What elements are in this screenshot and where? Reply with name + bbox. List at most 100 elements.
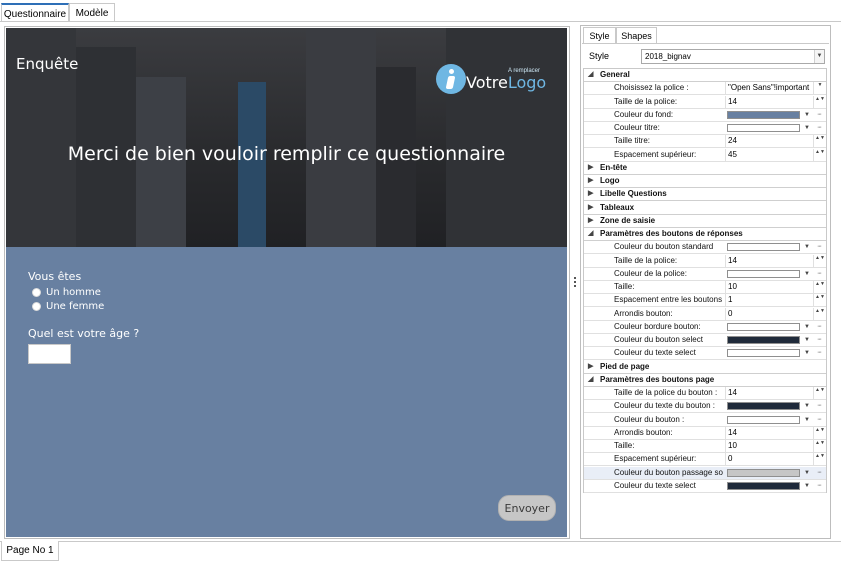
property-row[interactable]: Choisissez la police : "Open Sans"!import… [584, 82, 826, 95]
expand-arrow-icon[interactable]: ▶ [588, 162, 593, 174]
property-row[interactable]: Arrondis bouton: 14 ▲▼ [584, 427, 826, 440]
spinner-icon[interactable]: ▲▼ [813, 135, 826, 147]
property-category[interactable]: ◢ Paramètres des boutons page [584, 374, 826, 387]
property-row[interactable]: Taille: 10 ▲▼ [584, 440, 826, 453]
property-row[interactable]: Arrondis bouton: 0 ▲▼ [584, 308, 826, 321]
more-icon[interactable]: ··· [813, 480, 825, 491]
chevron-down-icon[interactable]: ▼ [802, 467, 812, 479]
property-category[interactable]: ▶ Tableaux [584, 202, 826, 215]
spinner-icon[interactable]: ▲▼ [813, 96, 826, 108]
expand-arrow-icon[interactable]: ▶ [588, 361, 593, 373]
property-value[interactable]: 0 [725, 453, 825, 465]
spinner-icon[interactable]: ▲▼ [813, 453, 826, 465]
property-category[interactable]: ▶ En-tête [584, 162, 826, 175]
spinner-icon[interactable]: ▲▼ [813, 308, 826, 320]
tab-modele[interactable]: Modèle [69, 3, 115, 22]
more-icon[interactable]: ··· [813, 268, 825, 279]
more-icon[interactable]: ··· [813, 109, 825, 120]
tab-page-1[interactable]: Page No 1 [1, 541, 59, 561]
collapse-arrow-icon[interactable]: ◢ [588, 228, 593, 240]
radio-option-femme[interactable] [32, 302, 41, 311]
property-value[interactable]: 10 [725, 440, 825, 452]
submit-button[interactable]: Envoyer [498, 495, 556, 521]
property-value[interactable]: 24 [725, 135, 825, 147]
collapse-arrow-icon[interactable]: ◢ [588, 374, 593, 386]
color-swatch[interactable] [727, 402, 800, 410]
property-row[interactable]: Couleur du fond: ▼ ··· [584, 109, 826, 122]
expand-arrow-icon[interactable]: ▶ [588, 215, 593, 227]
spinner-icon[interactable]: ▲▼ [813, 255, 826, 267]
property-row[interactable]: Couleur du texte du bouton : ▼ ··· [584, 400, 826, 413]
color-swatch[interactable] [727, 124, 800, 132]
chevron-down-icon[interactable]: ▼ [802, 334, 812, 346]
tab-shapes[interactable]: Shapes [616, 27, 657, 44]
spinner-icon[interactable]: ▲▼ [813, 427, 826, 439]
chevron-down-icon[interactable]: ▼ [802, 414, 812, 426]
property-category[interactable]: ▶ Logo [584, 175, 826, 188]
property-row[interactable]: Taille de la police du bouton : 14 ▲▼ [584, 387, 826, 400]
property-row[interactable]: Couleur du bouton standard ▼ ··· [584, 241, 826, 254]
color-swatch[interactable] [727, 469, 800, 477]
property-row[interactable]: Taille titre: 24 ▲▼ [584, 135, 826, 148]
more-icon[interactable]: ··· [813, 347, 825, 358]
color-swatch[interactable] [727, 416, 800, 424]
property-row[interactable]: Couleur du bouton : ▼ ··· [584, 414, 826, 427]
color-swatch[interactable] [727, 349, 800, 357]
property-category[interactable]: ▶ Pied de page [584, 361, 826, 374]
property-value[interactable]: 1 [725, 294, 825, 306]
property-value[interactable]: 14 [725, 255, 825, 267]
property-category[interactable]: ▶ Libelle Questions [584, 188, 826, 201]
property-row[interactable]: Couleur du texte select ▼ ··· [584, 347, 826, 360]
chevron-down-icon[interactable]: ▼ [802, 109, 812, 121]
property-value[interactable]: 45 [725, 149, 825, 161]
property-row[interactable]: Espacement supérieur: 0 ▲▼ [584, 453, 826, 466]
property-value[interactable]: 10 [725, 281, 825, 293]
color-swatch[interactable] [727, 323, 800, 331]
chevron-down-icon[interactable]: ▼ [802, 122, 812, 134]
more-icon[interactable]: ··· [813, 241, 825, 252]
more-icon[interactable]: ··· [813, 414, 825, 425]
expand-arrow-icon[interactable]: ▶ [588, 188, 593, 200]
property-row[interactable]: Taille de la police: 14 ▲▼ [584, 255, 826, 268]
spinner-icon[interactable]: ▲▼ [813, 440, 826, 452]
more-icon[interactable]: ··· [813, 122, 825, 133]
property-row[interactable]: Couleur bordure bouton: ▼ ··· [584, 321, 826, 334]
color-swatch[interactable] [727, 111, 800, 119]
collapse-arrow-icon[interactable]: ◢ [588, 69, 593, 81]
property-row[interactable]: Couleur du texte select ▼ ··· [584, 480, 826, 493]
spinner-icon[interactable]: ▲▼ [813, 149, 826, 161]
age-input[interactable] [28, 344, 71, 364]
spinner-icon[interactable]: ▲▼ [813, 387, 826, 399]
property-row[interactable]: Espacement entre les boutons 1 ▲▼ [584, 294, 826, 307]
chevron-down-icon[interactable]: ▼ [802, 321, 812, 333]
tab-questionnaire[interactable]: Questionnaire [1, 3, 69, 22]
more-icon[interactable]: ··· [813, 467, 825, 478]
splitter-handle[interactable] [574, 277, 577, 289]
property-category[interactable]: ◢ Paramètres des boutons de réponses [584, 228, 826, 241]
property-value[interactable]: "Open Sans"!important [725, 82, 825, 94]
property-row[interactable]: Couleur du bouton select ▼ ··· [584, 334, 826, 347]
property-row[interactable]: Espacement supérieur: 45 ▲▼ [584, 149, 826, 162]
property-value[interactable]: 0 [725, 308, 825, 320]
property-row[interactable]: Couleur de la police: ▼ ··· [584, 268, 826, 281]
property-row[interactable]: Taille de la police: 14 ▲▼ [584, 96, 826, 109]
spinner-icon[interactable]: ▲▼ [813, 294, 826, 306]
chevron-down-icon[interactable]: ▼ [802, 241, 812, 253]
radio-option-homme[interactable] [32, 288, 41, 297]
chevron-down-icon[interactable]: ▼ [802, 268, 812, 280]
property-value[interactable]: 14 [725, 427, 825, 439]
more-icon[interactable]: ··· [813, 400, 825, 411]
more-icon[interactable]: ··· [813, 321, 825, 332]
color-swatch[interactable] [727, 336, 800, 344]
expand-arrow-icon[interactable]: ▶ [588, 202, 593, 214]
property-value[interactable]: 14 [725, 96, 825, 108]
property-category[interactable]: ▶ Zone de saisie [584, 215, 826, 228]
property-row[interactable]: Taille: 10 ▲▼ [584, 281, 826, 294]
property-value[interactable]: 14 [725, 387, 825, 399]
color-swatch[interactable] [727, 243, 800, 251]
expand-arrow-icon[interactable]: ▶ [588, 175, 593, 187]
chevron-down-icon[interactable]: ▼ [802, 400, 812, 412]
style-select[interactable]: 2018_bignav ▼ [641, 49, 825, 64]
spinner-icon[interactable]: ▲▼ [813, 281, 826, 293]
chevron-down-icon[interactable]: ▼ [802, 480, 812, 492]
